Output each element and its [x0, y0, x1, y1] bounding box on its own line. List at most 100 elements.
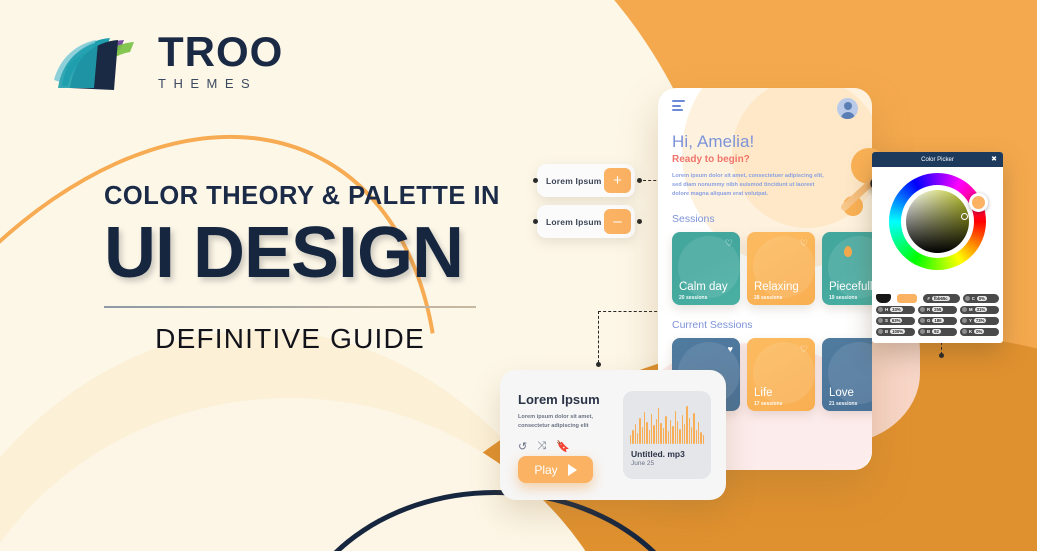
- favorite-icon[interactable]: ♡: [800, 239, 808, 248]
- field-k-key: K: [969, 329, 973, 335]
- field-y[interactable]: Y 73%: [960, 316, 999, 325]
- radio-icon[interactable]: [920, 329, 925, 335]
- poster-canvas: TROO THEMES COLOR THEORY & PALETTE IN UI…: [0, 0, 1037, 551]
- radio-icon[interactable]: [920, 318, 925, 324]
- favorite-icon[interactable]: ♡: [800, 345, 808, 354]
- play-button[interactable]: Play: [518, 456, 593, 483]
- favorite-icon-filled[interactable]: ♥: [728, 345, 733, 354]
- field-g-key: G: [927, 318, 931, 324]
- minus-icon[interactable]: –: [604, 209, 631, 234]
- shuffle-icon[interactable]: ⤨: [537, 440, 546, 453]
- connector-dot: [939, 353, 944, 358]
- headline-divider: [104, 306, 476, 308]
- connector-line: [598, 311, 599, 363]
- lorem-chip-label: Lorem Ipsum: [546, 216, 602, 227]
- field-h[interactable]: H 33%: [876, 305, 915, 314]
- hue-handle[interactable]: [969, 193, 988, 212]
- loop-icon[interactable]: ↺: [518, 440, 527, 453]
- field-m-key: M: [969, 307, 973, 313]
- field-b[interactable]: B 100%: [876, 327, 915, 336]
- session-card-sub: 20 sessions: [679, 295, 708, 301]
- brand-logo[interactable]: TROO THEMES: [52, 30, 282, 94]
- field-h-value: 33%: [890, 307, 903, 313]
- radio-icon[interactable]: [878, 329, 883, 335]
- lorem-chip-add[interactable]: Lorem Ipsum +: [537, 164, 635, 197]
- radio-icon[interactable]: [964, 295, 970, 301]
- field-g-value: 186: [932, 318, 944, 324]
- hamburger-icon[interactable]: [672, 100, 685, 111]
- color-wheel-area[interactable]: [872, 167, 1003, 297]
- avatar[interactable]: [837, 98, 858, 119]
- field-k-value: 0%: [974, 329, 985, 335]
- field-r[interactable]: R 255: [918, 305, 957, 314]
- headline-eyebrow: COLOR THEORY & PALETTE IN: [104, 182, 500, 210]
- field-blue-value: 92: [932, 329, 941, 335]
- field-y-key: Y: [969, 318, 972, 324]
- field-blue-key: B: [927, 329, 931, 335]
- body-text: Lorem ipsum dolor sit amet, consectetuer…: [672, 173, 824, 197]
- field-c[interactable]: C 0%: [962, 294, 999, 303]
- sessions-card-list: ♡ Calm day 20 sessions ♡ Relaxing 28 ses…: [672, 232, 872, 305]
- connector-dot: [637, 178, 642, 183]
- session-card[interactable]: Love 21 sessions: [822, 338, 872, 411]
- color-picker-titlebar: Color Picker ✖: [872, 152, 1003, 167]
- field-m[interactable]: M 31%: [960, 305, 999, 314]
- swatch-new[interactable]: [896, 294, 918, 303]
- field-hex[interactable]: # fbb65c: [923, 294, 960, 303]
- color-value-fields: # fbb65c C 0% H 33% R 255 M 31% S 63% G …: [876, 294, 999, 339]
- swatch-current[interactable]: [876, 294, 891, 303]
- color-picker-title: Color Picker: [921, 156, 954, 163]
- bookmark-icon[interactable]: 🔖: [556, 440, 570, 453]
- session-card-title: Love: [829, 387, 854, 399]
- brand-tagline: THEMES: [158, 76, 258, 91]
- connector-dot: [637, 219, 642, 224]
- plus-icon[interactable]: +: [604, 168, 631, 193]
- close-icon[interactable]: ✖: [991, 155, 997, 163]
- field-k[interactable]: K 0%: [960, 327, 999, 336]
- eyedropper-drop: [844, 246, 852, 257]
- page-title: UI DESIGN: [104, 213, 464, 293]
- track-preview[interactable]: Untitled. mp3 June 25: [623, 391, 711, 479]
- session-card-sub: 19 sessions: [829, 295, 858, 301]
- play-triangle-icon: [567, 463, 577, 476]
- brand-name: TROO: [158, 28, 284, 75]
- lorem-chip-label: Lorem Ipsum: [546, 175, 602, 186]
- radio-icon[interactable]: [920, 307, 925, 313]
- troo-fan-logo-icon: [54, 38, 134, 90]
- connector-dot: [533, 219, 538, 224]
- player-icon-row: ↺ ⤨ 🔖: [518, 440, 618, 453]
- session-card[interactable]: ♡ Calm day 20 sessions: [672, 232, 740, 305]
- session-card-title: Calm day: [679, 281, 728, 293]
- session-card-title: Piecefull: [829, 281, 872, 293]
- greeting-text: Hi, Amelia!: [672, 132, 755, 151]
- session-card-sub: 17 sessions: [754, 401, 783, 407]
- field-blue[interactable]: B 92: [918, 327, 957, 336]
- avatar-body: [840, 111, 855, 119]
- track-name: Untitled. mp3: [631, 449, 685, 459]
- lorem-chip-remove[interactable]: Lorem Ipsum –: [537, 205, 635, 238]
- media-player-card: Lorem Ipsum Lorem ipsum dolor sit amet, …: [500, 370, 726, 500]
- session-card[interactable]: ♡ Relaxing 28 sessions: [747, 232, 815, 305]
- connector-dot: [596, 362, 601, 367]
- radio-icon[interactable]: [962, 329, 967, 335]
- favorite-icon[interactable]: ♡: [725, 239, 733, 248]
- session-card[interactable]: ♡ Life 17 sessions: [747, 338, 815, 411]
- player-description: Lorem ipsum dolor sit amet, consectetur …: [518, 414, 593, 429]
- radio-icon[interactable]: [878, 318, 883, 324]
- session-card-sub: 28 sessions: [754, 295, 783, 301]
- radio-icon[interactable]: [962, 318, 967, 324]
- field-s[interactable]: S 63%: [876, 316, 915, 325]
- field-g[interactable]: G 186: [918, 316, 957, 325]
- player-info: Lorem Ipsum Lorem ipsum dolor sit amet, …: [518, 392, 618, 453]
- field-r-key: R: [927, 307, 931, 313]
- saturation-handle[interactable]: [961, 213, 968, 220]
- radio-icon[interactable]: [962, 307, 967, 313]
- section-title-current: Current Sessions: [672, 319, 753, 331]
- field-h-key: H: [885, 307, 889, 313]
- avatar-head: [843, 102, 852, 110]
- field-s-key: S: [885, 318, 888, 324]
- connector-dot: [533, 178, 538, 183]
- saturation-brightness-field[interactable]: [906, 190, 969, 253]
- radio-icon[interactable]: [878, 307, 883, 313]
- player-title: Lorem Ipsum: [518, 392, 600, 407]
